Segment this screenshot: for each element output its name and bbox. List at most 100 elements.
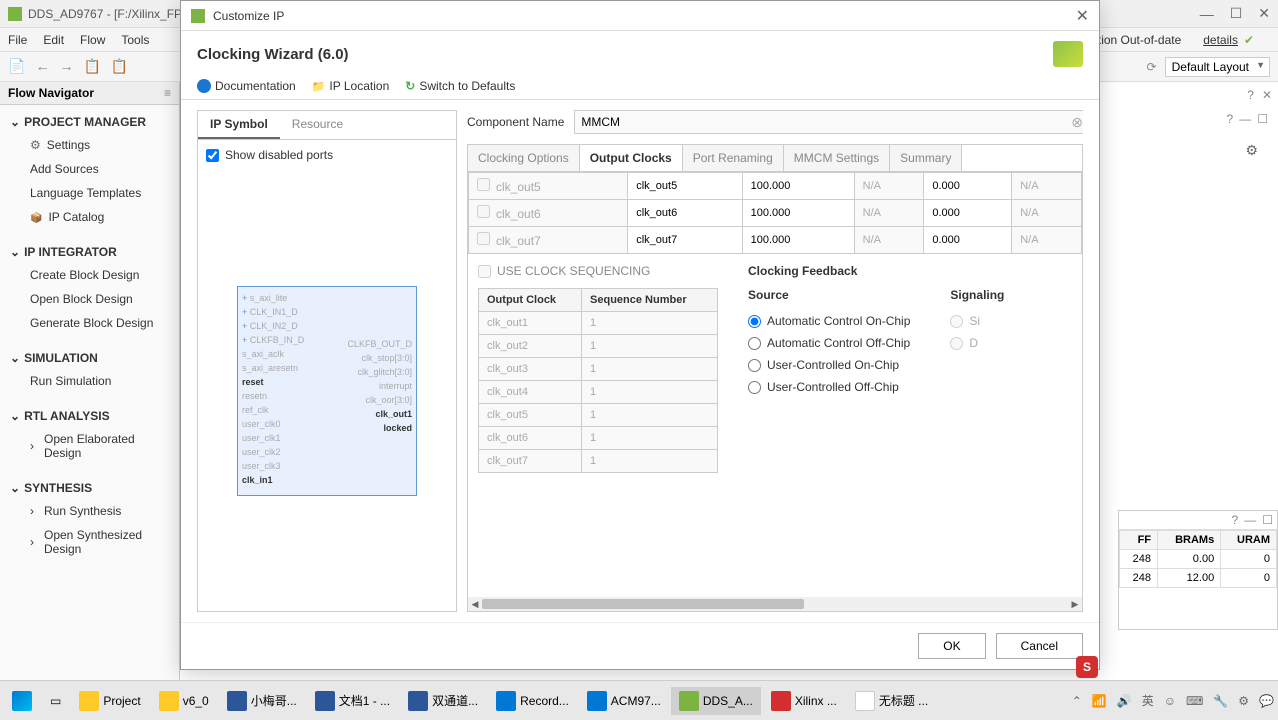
nav-create-block[interactable]: Create Block Design (0, 263, 179, 287)
maximize-icon[interactable]: ☐ (1257, 112, 1268, 126)
section-ip-integrator[interactable]: IP INTEGRATOR (0, 241, 179, 263)
scroll-right-icon[interactable]: ▶ (1068, 599, 1082, 610)
copy-icon[interactable]: 📋 (83, 58, 100, 75)
chevron-icon (30, 504, 38, 518)
tab-port-renaming[interactable]: Port Renaming (683, 145, 784, 171)
taskbar-xilinx[interactable]: Xilinx ... (763, 687, 845, 715)
taskbar-word1[interactable]: 小梅哥... (219, 687, 305, 715)
nav-run-synthesis[interactable]: Run Synthesis (0, 499, 179, 523)
section-project-manager[interactable]: PROJECT MANAGER (0, 111, 179, 133)
horizontal-scrollbar[interactable]: ◀ ▶ (468, 597, 1082, 611)
radio-user-on-chip[interactable]: User-Controlled On-Chip (748, 354, 910, 376)
taskbar-dds[interactable]: DDS_A... (671, 687, 761, 715)
nav-settings[interactable]: Settings (0, 133, 179, 157)
taskbar-untitled[interactable]: 无标题 ... (847, 687, 936, 715)
radio-auto-on-chip[interactable]: Automatic Control On-Chip (748, 310, 910, 332)
paste-icon[interactable]: 📋 (111, 58, 128, 75)
scroll-thumb[interactable] (482, 599, 804, 609)
taskbar-acm[interactable]: ACM97... (579, 687, 669, 715)
taskbar-project[interactable]: Project (71, 687, 148, 715)
minimize-icon[interactable]: — (1200, 6, 1214, 22)
radio-auto-off-chip[interactable]: Automatic Control Off-Chip (748, 332, 910, 354)
customize-ip-dialog: Customize IP ✕ Clocking Wizard (6.0) Doc… (180, 0, 1100, 670)
tab-mmcm-settings[interactable]: MMCM Settings (784, 145, 890, 171)
section-simulation[interactable]: SIMULATION (0, 347, 179, 369)
gear-icon[interactable]: ⚙ (1245, 142, 1258, 159)
tray-tools-icon[interactable]: 🔧 (1213, 694, 1228, 708)
minimize-icon[interactable]: — (1244, 513, 1256, 527)
taskbar-record[interactable]: Record... (488, 687, 577, 715)
menu-edit[interactable]: Edit (43, 33, 64, 47)
section-rtl-analysis[interactable]: RTL ANALYSIS (0, 405, 179, 427)
nav-generate-block[interactable]: Generate Block Design (0, 311, 179, 335)
menu-file[interactable]: File (8, 33, 27, 47)
back-icon[interactable]: ← (35, 58, 49, 75)
taskbar-word3[interactable]: 双通道... (400, 687, 486, 715)
sequence-table: Output Clock Sequence Number clk_out11 c… (478, 288, 718, 473)
edge-icon (496, 691, 516, 711)
nav-add-sources[interactable]: Add Sources (0, 157, 179, 181)
menu-tools[interactable]: Tools (121, 33, 149, 47)
status-link[interactable]: details (1203, 33, 1238, 47)
maximize-icon[interactable]: ☐ (1230, 5, 1243, 22)
new-icon[interactable]: 📄 (8, 58, 25, 75)
tray-settings-icon[interactable]: ⚙ (1238, 694, 1249, 708)
help-icon[interactable]: ? (1247, 88, 1254, 102)
clear-input-icon[interactable]: ⊗ (1071, 114, 1083, 131)
menu-flow[interactable]: Flow (80, 33, 105, 47)
show-disabled-checkbox[interactable]: Show disabled ports (206, 148, 448, 162)
taskbar-v6[interactable]: v6_0 (151, 687, 217, 715)
port: clk_out1 (347, 407, 412, 421)
section-synthesis[interactable]: SYNTHESIS (0, 477, 179, 499)
system-tray: ⌃ 📶 🔊 英 ☺ ⌨ 🔧 ⚙ 💬 (1072, 692, 1274, 709)
documentation-button[interactable]: Documentation (197, 79, 296, 93)
table-row: clk_out61 (479, 427, 718, 450)
scroll-left-icon[interactable]: ◀ (468, 599, 482, 610)
use-clock-sequencing-checkbox[interactable]: USE CLOCK SEQUENCING (478, 264, 718, 278)
nav-open-elaborated[interactable]: Open Elaborated Design (0, 427, 179, 465)
start-button[interactable] (4, 687, 40, 715)
taskbar-word2[interactable]: 文档1 - ... (307, 687, 398, 715)
tray-up-icon[interactable]: ⌃ (1072, 694, 1082, 708)
radio-user-off-chip[interactable]: User-Controlled Off-Chip (748, 376, 910, 398)
sync-icon[interactable]: ⟳ (1147, 60, 1157, 74)
nav-language-templates[interactable]: Language Templates (0, 181, 179, 205)
tray-network-icon[interactable]: 📶 (1092, 694, 1107, 708)
tray-keyboard-icon[interactable]: ⌨ (1186, 694, 1203, 708)
taskview-button[interactable]: ▭ (42, 690, 69, 712)
maximize-icon[interactable]: ☐ (1262, 513, 1273, 527)
nav-open-synthesized[interactable]: Open Synthesized Design (0, 523, 179, 561)
ok-button[interactable]: OK (918, 633, 985, 659)
close-panel-icon[interactable]: ✕ (1262, 88, 1272, 102)
output-clocks-table: clk_out5 clk_out5 100.000 N/A 0.000 N/A … (468, 172, 1082, 254)
minimize-icon[interactable]: — (1239, 112, 1251, 126)
radio-signaling-single: Si (950, 310, 1004, 332)
tray-volume-icon[interactable]: 🔊 (1117, 694, 1132, 708)
component-name-input[interactable] (574, 110, 1083, 134)
tab-clocking-options[interactable]: Clocking Options (468, 145, 580, 171)
tab-summary[interactable]: Summary (890, 145, 962, 171)
tab-output-clocks[interactable]: Output Clocks (580, 145, 683, 171)
cancel-button[interactable]: Cancel (996, 633, 1083, 659)
ime-badge[interactable]: S (1076, 656, 1098, 678)
table-row: clk_out7 clk_out7 100.000 N/A 0.000 N/A (469, 227, 1082, 254)
forward-icon[interactable]: → (59, 58, 73, 75)
panel-menu-icon[interactable]: ≡ (164, 86, 171, 100)
nav-ip-catalog[interactable]: IP Catalog (0, 205, 179, 229)
tray-notif-icon[interactable]: 💬 (1259, 694, 1274, 708)
layout-select[interactable]: Default Layout (1165, 57, 1270, 77)
tab-ip-symbol[interactable]: IP Symbol (198, 111, 280, 139)
nav-run-simulation[interactable]: Run Simulation (0, 369, 179, 393)
switch-defaults-button[interactable]: Switch to Defaults (405, 79, 515, 93)
tab-resource[interactable]: Resource (280, 111, 355, 139)
tray-smiley-icon[interactable]: ☺ (1164, 694, 1176, 708)
nav-open-block[interactable]: Open Block Design (0, 287, 179, 311)
ip-location-button[interactable]: IP Location (312, 79, 390, 93)
help-icon[interactable]: ? (1232, 513, 1239, 527)
close-icon[interactable]: ✕ (1076, 6, 1089, 26)
chevron-icon (30, 439, 38, 453)
help-icon[interactable]: ? (1227, 112, 1234, 126)
port: s_axi_lite (242, 291, 304, 305)
tray-lang[interactable]: 英 (1142, 692, 1154, 709)
close-icon[interactable]: ✕ (1258, 5, 1270, 22)
